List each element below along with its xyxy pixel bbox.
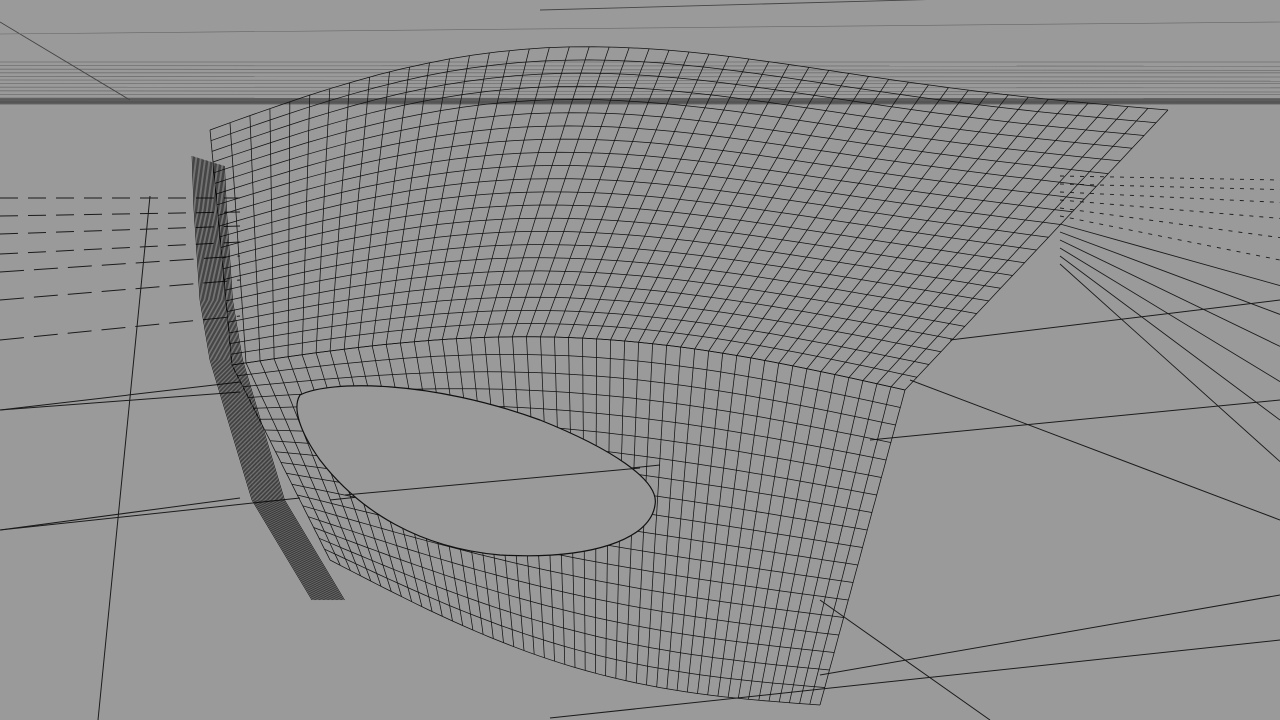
3d-viewport[interactable] bbox=[0, 0, 1280, 720]
viewport-canvas[interactable] bbox=[0, 0, 1280, 720]
